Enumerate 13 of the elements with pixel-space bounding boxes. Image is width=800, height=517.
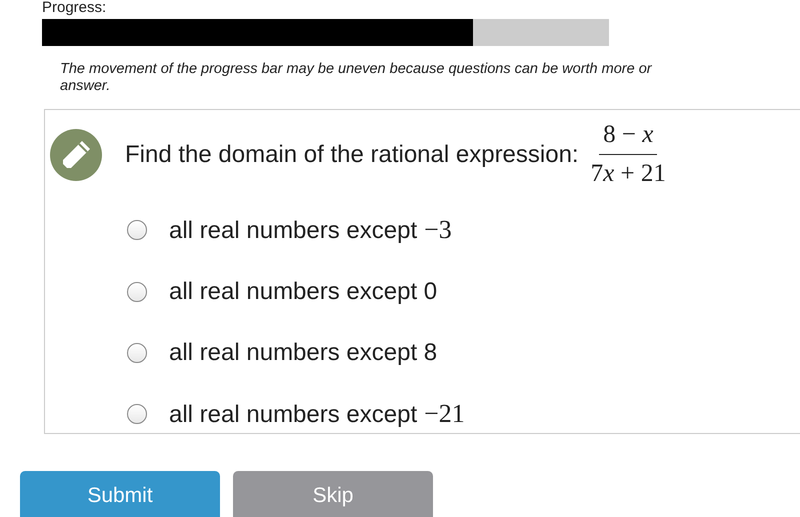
radio-button[interactable] (127, 342, 147, 362)
radio-button[interactable] (127, 220, 147, 240)
answer-option[interactable]: all real numbers except 8 (127, 336, 438, 369)
answer-option[interactable]: all real numbers except −3 (127, 213, 452, 247)
progress-note: The movement of the progress bar may be uneven because questions can be worth more or answer. (60, 61, 653, 95)
answer-option[interactable]: all real numbers except −21 (127, 397, 465, 431)
answer-option[interactable]: all real numbers except 0 (127, 275, 438, 308)
radio-button[interactable] (127, 404, 147, 424)
radio-button[interactable] (127, 282, 147, 302)
question-text: Find the domain of the rational expression: (125, 140, 579, 168)
pencil-icon (50, 128, 102, 180)
fraction: 8 − x 7x + 21 (590, 120, 667, 189)
progress-label: Progress: (42, 0, 108, 15)
